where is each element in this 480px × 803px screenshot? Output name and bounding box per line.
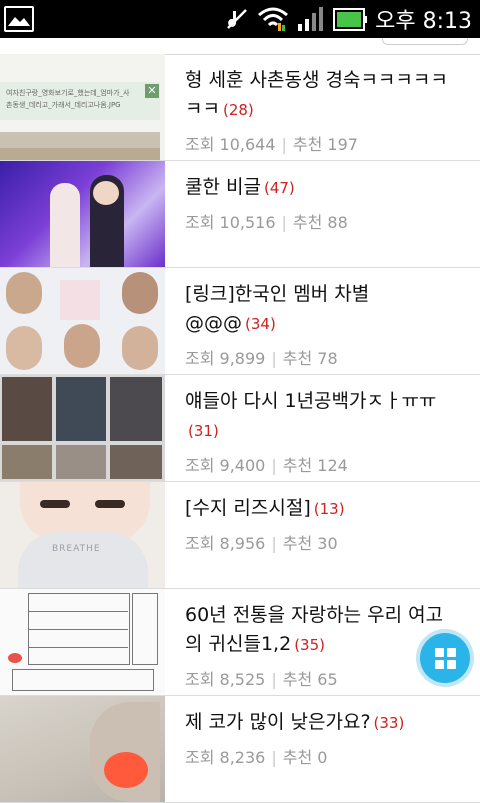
comment-count: (28): [222, 101, 254, 119]
recommend-count: 추천 124: [282, 456, 348, 475]
comment-count: (33): [373, 714, 405, 732]
post-title[interactable]: 형 세훈 사촌동생 경숙ㅋㅋㅋㅋㅋㅋㅋ (28): [185, 66, 448, 125]
view-count: 조회 10,644: [185, 135, 276, 154]
post-meta: 조회 10,644 | 추천 197: [185, 135, 358, 154]
recommend-count: 추천 88: [292, 213, 348, 232]
recommend-count: 추천 0: [282, 748, 328, 767]
thumb-caption: 촌동생_데리고_가래서_데리고나옴.JPG: [6, 101, 121, 109]
floating-menu-button[interactable]: [420, 633, 470, 683]
recommend-count: 추천 78: [282, 349, 338, 368]
post-title[interactable]: 제 코가 많이 낮은가요? (33): [185, 708, 448, 738]
post-thumbnail: BREATHE: [0, 482, 165, 588]
status-bar: 오후 8:13: [0, 0, 480, 38]
mute-icon: [227, 9, 247, 29]
post-meta: 조회 9,899 | 추천 78: [185, 349, 338, 368]
view-count: 조회 8,956: [185, 534, 266, 553]
comment-count: (31): [188, 422, 219, 440]
clock: 오후 8:13: [375, 9, 472, 34]
post-thumbnail: [0, 161, 165, 267]
post-title[interactable]: [링크]한국인 멤버 차별@@@ (34): [185, 280, 448, 339]
header-tab[interactable]: [382, 38, 468, 45]
thumb-caption: BREATHE: [52, 544, 101, 554]
post-thumbnail: [0, 268, 165, 374]
comment-count: (34): [245, 315, 276, 333]
list-item[interactable]: 쿨한 비글 (47) 조회 10,516 | 추천 88: [0, 161, 480, 268]
view-count: 조회 9,400: [185, 456, 266, 475]
wifi-icon: [258, 7, 289, 31]
list-item[interactable]: [링크]한국인 멤버 차별@@@ (34) 조회 9,899 | 추천 78: [0, 268, 480, 375]
post-meta: 조회 8,236 | 추천 0: [185, 748, 328, 767]
post-meta: 조회 8,956 | 추천 30: [185, 534, 338, 553]
recommend-count: 추천 197: [292, 135, 358, 154]
post-meta: 조회 8,525 | 추천 65: [185, 670, 338, 689]
recommend-count: 추천 65: [282, 670, 338, 689]
battery-icon: [333, 8, 368, 31]
list-item[interactable]: 60년 전통을 자랑하는 우리 여고의 귀신들1,2 (35) 조회 8,525 |…: [0, 589, 480, 696]
view-count: 조회 9,899: [185, 349, 266, 368]
post-thumbnail: [0, 589, 165, 695]
thumb-caption: 여자친구랑_영화보기로_했는데_엄마가_사: [6, 89, 130, 97]
gallery-icon: [4, 6, 34, 32]
list-item[interactable]: 여자친구랑_영화보기로_했는데_엄마가_사 촌동생_데리고_가래서_데리고나옴.…: [0, 54, 480, 161]
post-title[interactable]: 60년 전통을 자랑하는 우리 여고의 귀신들1,2 (35): [185, 601, 448, 660]
list-item[interactable]: 얘들아 다시 1년공백가ㅈㅏㅠㅠ(31) 조회 9,400 | 추천 124: [0, 375, 480, 482]
list-item[interactable]: BREATHE [수지 리즈시절] (13) 조회 8,956 | 추천 30: [0, 482, 480, 589]
ad-close-icon: ✕: [145, 84, 159, 98]
grid-icon: [434, 647, 456, 669]
view-count: 조회 10,516: [185, 213, 276, 232]
comment-count: (13): [313, 500, 345, 518]
comment-count: (47): [263, 179, 295, 197]
recommend-count: 추천 30: [282, 534, 338, 553]
view-count: 조회 8,236: [185, 748, 266, 767]
post-list: 여자친구랑_영화보기로_했는데_엄마가_사 촌동생_데리고_가래서_데리고나옴.…: [0, 54, 480, 803]
post-thumbnail: [0, 375, 165, 481]
comment-count: (35): [294, 636, 325, 654]
list-item[interactable]: 제 코가 많이 낮은가요? (33) 조회 8,236 | 추천 0: [0, 696, 480, 803]
post-meta: 조회 10,516 | 추천 88: [185, 213, 348, 232]
post-title[interactable]: 쿨한 비글 (47): [185, 173, 448, 203]
post-thumbnail: [0, 696, 165, 802]
post-meta: 조회 9,400 | 추천 124: [185, 456, 348, 475]
post-title[interactable]: [수지 리즈시절] (13): [185, 494, 448, 524]
post-thumbnail: 여자친구랑_영화보기로_했는데_엄마가_사 촌동생_데리고_가래서_데리고나옴.…: [0, 54, 165, 160]
signal-icon: [298, 7, 324, 31]
view-count: 조회 8,525: [185, 670, 266, 689]
post-title[interactable]: 얘들아 다시 1년공백가ㅈㅏㅠㅠ(31): [185, 387, 448, 446]
